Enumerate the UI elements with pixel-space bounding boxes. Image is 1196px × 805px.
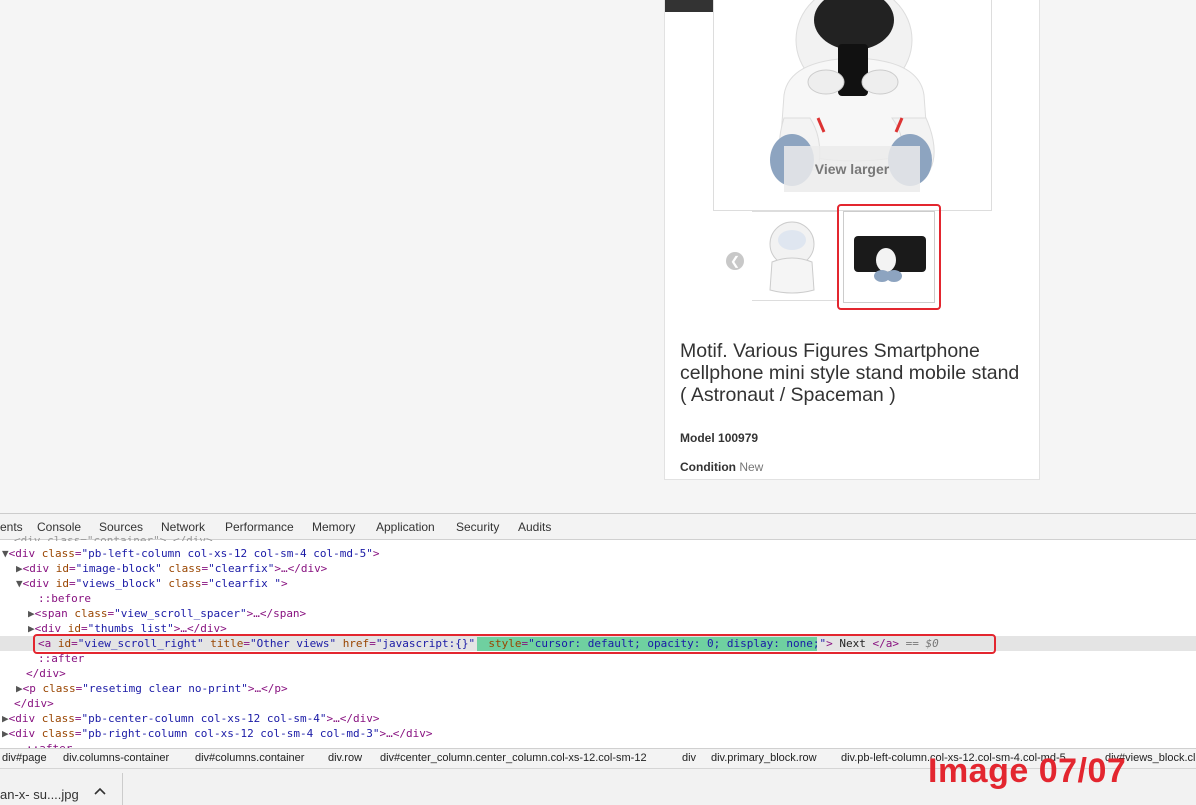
product-title: Motif. Various Figures Smartphone cellph… — [680, 340, 1020, 406]
condition-label: Condition — [680, 460, 736, 474]
tab-application[interactable]: Application — [376, 520, 435, 534]
breadcrumb-item[interactable]: div.columns-container — [63, 752, 169, 764]
image-counter-watermark: Image 07/07 — [928, 752, 1127, 790]
tab-sources[interactable]: Sources — [99, 520, 143, 534]
downloads-separator — [122, 773, 123, 805]
selected-line-highlight — [33, 634, 996, 654]
dom-line-before[interactable]: ::before — [38, 591, 91, 606]
chevron-up-icon[interactable] — [92, 783, 108, 799]
breadcrumb-item[interactable]: div — [682, 752, 696, 764]
dom-line-scroll-spacer[interactable]: ▶<span class="view_scroll_spacer">…</spa… — [28, 606, 306, 621]
dom-line-center-column[interactable]: ▶<div class="pb-center-column col-xs-12 … — [2, 711, 380, 726]
triangle-down-icon[interactable]: ▼ — [2, 547, 9, 560]
model-line: Model 100979 — [680, 431, 758, 445]
triangle-right-icon[interactable]: ▶ — [16, 562, 23, 575]
breadcrumb-item[interactable]: div.primary_block.row — [711, 752, 817, 764]
thumb-scroll-left-icon[interactable]: ❮ — [726, 252, 744, 270]
dom-line-views-block[interactable]: ▼<div id="views_block" class="clearfix "… — [16, 576, 288, 591]
thumbnail-2-highlight — [837, 204, 941, 310]
triangle-right-icon[interactable]: ▶ — [28, 607, 35, 620]
tab-performance[interactable]: Performance — [225, 520, 294, 534]
condition-value: New — [739, 460, 764, 474]
dom-line-left-column[interactable]: ▼<div class="pb-left-column col-xs-12 co… — [2, 546, 380, 561]
dom-line-close-div[interactable]: </div> — [26, 666, 66, 681]
tab-console[interactable]: Console — [37, 520, 81, 534]
thumbnail-1[interactable] — [752, 211, 838, 301]
breadcrumb-item[interactable]: div#columns.container — [195, 752, 304, 764]
tab-audits[interactable]: Audits — [518, 520, 551, 534]
condition-line: Condition New — [680, 460, 763, 474]
triangle-right-icon[interactable]: ▶ — [16, 682, 23, 695]
triangle-right-icon[interactable]: ▶ — [28, 622, 35, 635]
dom-line-resetimg[interactable]: ▶<p class="resetimg clear no-print">…</p… — [16, 681, 288, 696]
dom-line-container: <div class="container">…</div> — [14, 534, 213, 541]
triangle-down-icon[interactable]: ▼ — [16, 577, 23, 590]
model-label: Model — [680, 431, 715, 445]
dom-line-right-column[interactable]: ▶<div class="pb-right-column col-xs-12 c… — [2, 726, 433, 741]
dom-line-close-div-2[interactable]: </div> — [14, 696, 54, 711]
tab-security[interactable]: Security — [456, 520, 499, 534]
dom-line-after-2[interactable]: ::after — [26, 741, 72, 748]
model-value: 100979 — [718, 431, 759, 445]
tab-network[interactable]: Network — [161, 520, 205, 534]
breadcrumb-item[interactable]: div#center_column.center_column.col-xs-1… — [380, 752, 647, 764]
tab-elements[interactable]: ents — [0, 520, 23, 534]
triangle-right-icon[interactable]: ▶ — [2, 727, 9, 740]
triangle-right-icon[interactable]: ▶ — [2, 712, 9, 725]
astronaut-front-thumb-icon — [769, 221, 815, 294]
download-file-name[interactable]: an-x- su....jpg — [0, 787, 79, 802]
dom-line-image-block[interactable]: ▶<div id="image-block" class="clearfix">… — [16, 561, 327, 576]
breadcrumb-item[interactable]: div#page — [2, 752, 47, 764]
breadcrumb-item[interactable]: div.row — [328, 752, 362, 764]
dark-tab — [665, 0, 715, 12]
tab-memory[interactable]: Memory — [312, 520, 355, 534]
view-larger-button[interactable]: View larger — [784, 146, 920, 192]
